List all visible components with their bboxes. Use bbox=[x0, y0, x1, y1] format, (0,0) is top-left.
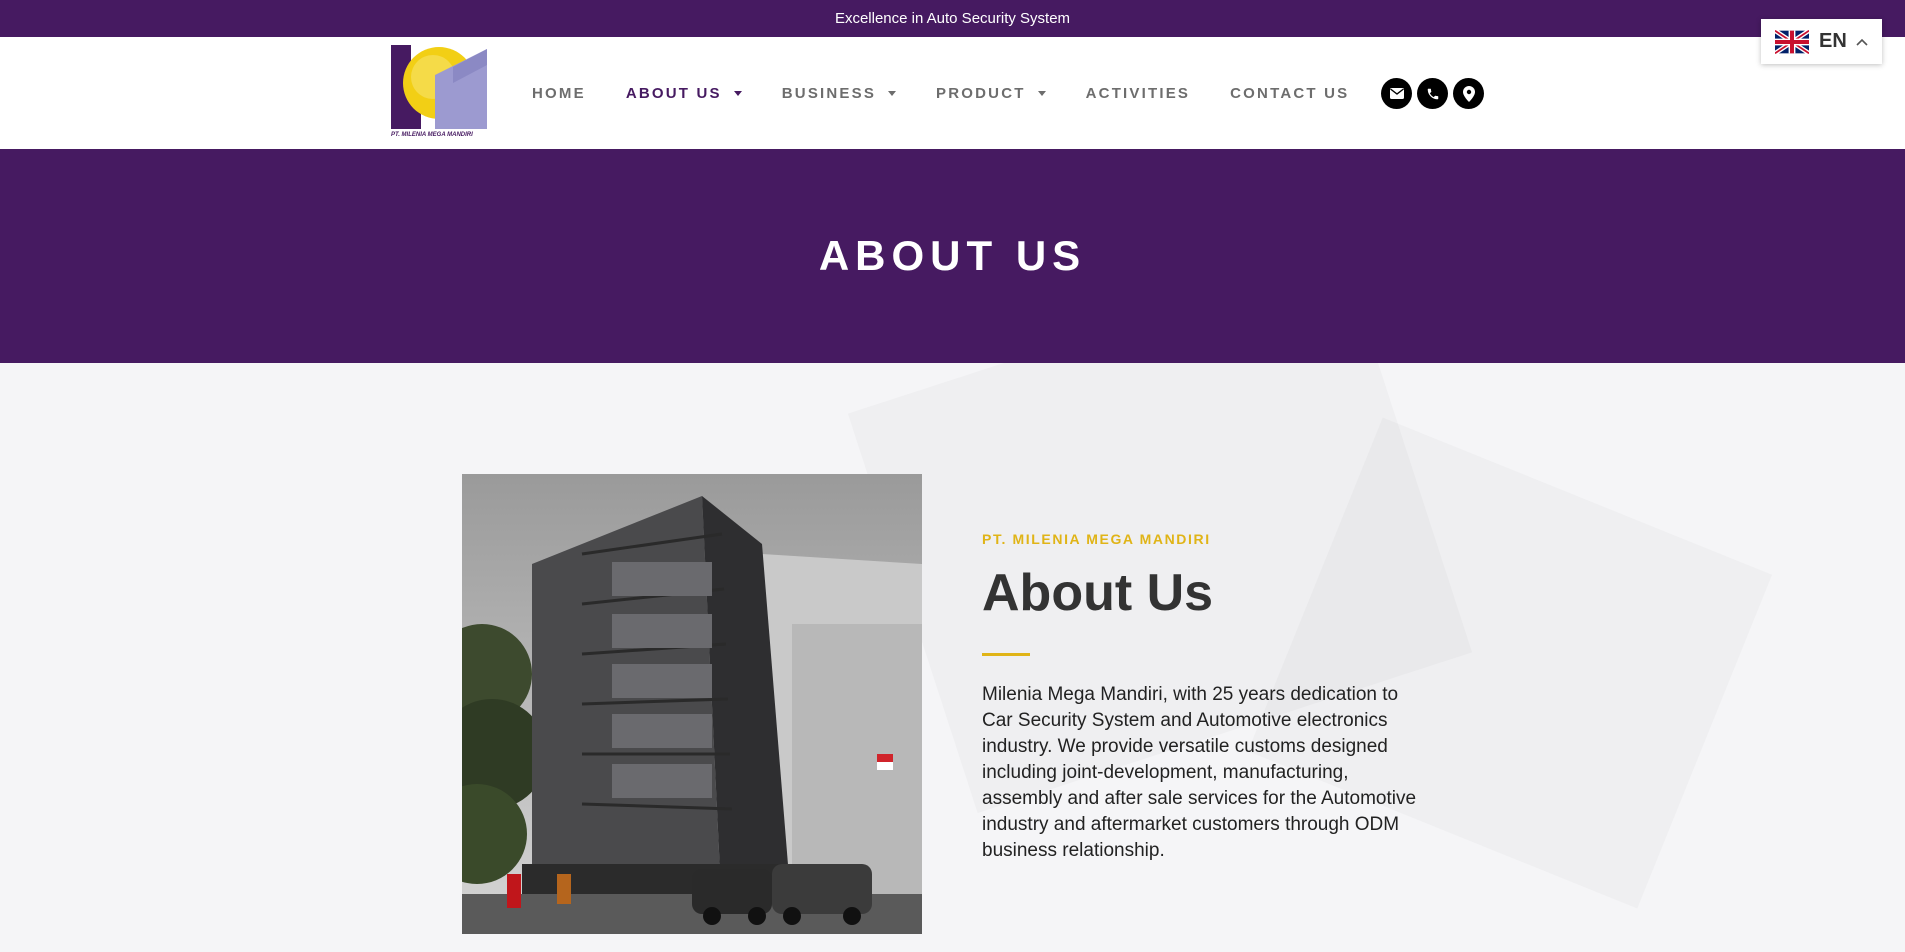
uk-flag-icon bbox=[1775, 29, 1809, 54]
section-kicker: PT. MILENIA MEGA MANDIRI bbox=[982, 531, 1211, 547]
chevron-up-icon bbox=[1856, 38, 1868, 46]
nav-product-label: PRODUCT bbox=[936, 84, 1026, 102]
site-header: PT. MILENIA MEGA MANDIRI HOME ABOUT US B… bbox=[0, 37, 1905, 149]
logo-caption: PT. MILENIA MEGA MANDIRI bbox=[391, 132, 473, 138]
caret-down-icon bbox=[888, 90, 897, 96]
about-description: Milenia Mega Mandiri, with 25 years dedi… bbox=[982, 684, 1417, 861]
tagline-text: Excellence in Auto Security System bbox=[834, 10, 1071, 27]
nav-contact-us[interactable]: CONTACT US bbox=[1230, 85, 1349, 102]
office-building-photo bbox=[462, 474, 922, 934]
nav-activities-label: ACTIVITIES bbox=[1085, 84, 1191, 102]
main-navigation: HOME ABOUT US BUSINESS PRODUCT ACTIVITIE… bbox=[532, 37, 1389, 149]
phone-icon[interactable] bbox=[1417, 78, 1448, 109]
logo-mark-icon bbox=[391, 45, 487, 129]
envelope-icon[interactable] bbox=[1381, 78, 1412, 109]
contact-icons bbox=[1381, 78, 1484, 109]
page-title: ABOUT US bbox=[818, 232, 1087, 279]
language-code: EN bbox=[1819, 30, 1847, 52]
nav-contact-us-label: CONTACT US bbox=[1230, 84, 1350, 102]
language-selector[interactable]: EN bbox=[1761, 19, 1882, 64]
about-section: PT. MILENIA MEGA MANDIRI About Us Mileni… bbox=[0, 363, 1905, 952]
section-title: About Us bbox=[982, 564, 1214, 622]
title-divider bbox=[982, 653, 1030, 656]
nav-activities[interactable]: ACTIVITIES bbox=[1086, 85, 1191, 102]
nav-about-us[interactable]: ABOUT US bbox=[626, 85, 742, 102]
about-text-block: PT. MILENIA MEGA MANDIRI About Us Mileni… bbox=[982, 531, 1432, 864]
nav-about-us-label: ABOUT US bbox=[625, 84, 722, 102]
nav-product[interactable]: PRODUCT bbox=[936, 85, 1046, 102]
company-logo[interactable]: PT. MILENIA MEGA MANDIRI bbox=[391, 45, 487, 141]
nav-business[interactable]: BUSINESS bbox=[781, 84, 897, 102]
nav-home-label: HOME bbox=[532, 84, 586, 102]
nav-home[interactable]: HOME bbox=[532, 85, 586, 102]
caret-down-icon bbox=[733, 90, 742, 96]
nav-business-label: BUSINESS bbox=[781, 84, 877, 102]
top-announcement-bar: Excellence in Auto Security System bbox=[0, 0, 1905, 37]
page-hero: ABOUT US bbox=[0, 149, 1905, 363]
caret-down-icon bbox=[1037, 90, 1046, 96]
map-pin-icon[interactable] bbox=[1453, 78, 1484, 109]
